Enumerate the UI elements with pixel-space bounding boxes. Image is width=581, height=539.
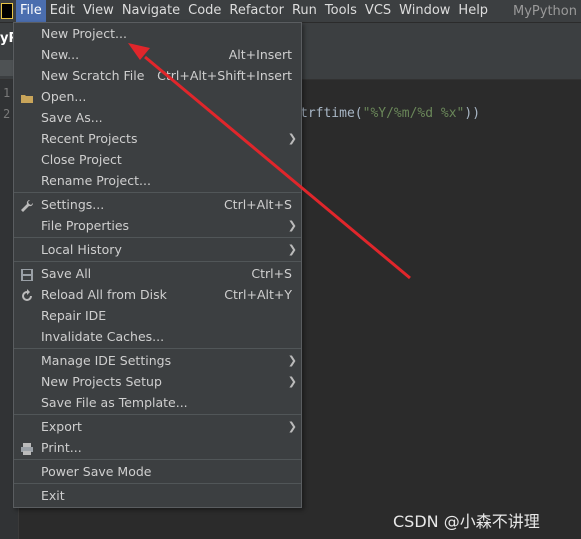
menu-item-label: New Projects Setup: [41, 374, 162, 389]
menu-item-label: Save All: [41, 266, 92, 281]
menu-item-shortcut: Alt+Insert: [228, 47, 292, 62]
printer-icon: [20, 441, 34, 455]
chevron-right-icon: ❯: [287, 243, 297, 256]
line-number: 1: [3, 86, 11, 100]
menu-item-label: Close Project: [41, 152, 122, 167]
code-text: )): [464, 106, 481, 121]
watermark: CSDN @小森不讲理: [393, 512, 540, 531]
code-string: "%Y/%m/%d %x": [362, 106, 465, 121]
app-icon: [1, 3, 13, 19]
line-number: 2: [3, 107, 11, 121]
menu-item-label: Exit: [41, 488, 65, 503]
menu-help[interactable]: Help: [454, 0, 492, 22]
menu-item-export[interactable]: Export ❯: [14, 416, 301, 437]
menu-run[interactable]: Run: [288, 0, 321, 22]
menu-separator: [14, 483, 301, 484]
menu-item-label: Manage IDE Settings: [41, 353, 172, 368]
menu-item-save-all[interactable]: Save All Ctrl+S: [14, 263, 301, 284]
menu-item-shortcut: Ctrl+S: [251, 266, 292, 281]
menu-file[interactable]: File: [16, 0, 46, 22]
file-tab[interactable]: [0, 60, 14, 76]
menu-separator: [14, 348, 301, 349]
menu-refactor[interactable]: Refactor: [225, 0, 288, 22]
menu-edit[interactable]: Edit: [46, 0, 79, 22]
menu-item-manage-ide-settings[interactable]: Manage IDE Settings ❯: [14, 350, 301, 371]
menu-item-save-file-as-template[interactable]: Save File as Template...: [14, 392, 301, 413]
code-line[interactable]: trftime("%Y/%m/%d %x")): [300, 106, 480, 121]
file-menu-dropdown: New Project... New... Alt+Insert New Scratc…: [13, 22, 302, 508]
menu-navigate[interactable]: Navigate: [118, 0, 184, 22]
menu-item-label: Repair IDE: [41, 308, 107, 323]
wrench-icon: [20, 198, 34, 212]
menu-item-local-history[interactable]: Local History ❯: [14, 239, 301, 260]
menu-item-label: Save As...: [41, 110, 103, 125]
menu-code[interactable]: Code: [184, 0, 225, 22]
menu-item-print[interactable]: Print...: [14, 437, 301, 458]
menu-item-file-properties[interactable]: File Properties ❯: [14, 215, 301, 236]
menu-item-shortcut: Ctrl+Alt+Y: [224, 287, 292, 302]
menu-item-new[interactable]: New... Alt+Insert: [14, 44, 301, 65]
menu-item-label: Power Save Mode: [41, 464, 152, 479]
chevron-right-icon: ❯: [287, 420, 297, 433]
chevron-right-icon: ❯: [287, 375, 297, 388]
menu-tools[interactable]: Tools: [321, 0, 361, 22]
menu-item-rename-project[interactable]: Rename Project...: [14, 170, 301, 191]
menu-item-close-project[interactable]: Close Project: [14, 149, 301, 170]
menu-separator: [14, 237, 301, 238]
menu-item-new-scratch-file[interactable]: New Scratch File Ctrl+Alt+Shift+Insert: [14, 65, 301, 86]
menu-separator: [14, 414, 301, 415]
save-icon: [20, 267, 34, 281]
chevron-right-icon: ❯: [287, 219, 297, 232]
folder-icon: [20, 90, 34, 104]
code-text: trftime(: [300, 106, 363, 121]
menu-item-label: Rename Project...: [41, 173, 151, 188]
menu-separator: [14, 192, 301, 193]
menu-item-new-projects-setup[interactable]: New Projects Setup ❯: [14, 371, 301, 392]
menu-separator: [14, 261, 301, 262]
menu-item-label: New Scratch File: [41, 68, 145, 83]
menu-item-exit[interactable]: Exit: [14, 485, 301, 506]
menu-item-save-as[interactable]: Save As...: [14, 107, 301, 128]
menu-item-settings[interactable]: Settings... Ctrl+Alt+S: [14, 194, 301, 215]
menu-vcs[interactable]: VCS: [361, 0, 395, 22]
menu-view[interactable]: View: [79, 0, 118, 22]
menu-item-label: Invalidate Caches...: [41, 329, 165, 344]
menu-item-label: File Properties: [41, 218, 130, 233]
menu-item-label: Recent Projects: [41, 131, 138, 146]
menu-item-invalidate-caches[interactable]: Invalidate Caches...: [14, 326, 301, 347]
menu-item-repair-ide[interactable]: Repair IDE: [14, 305, 301, 326]
menu-item-label: New Project...: [41, 26, 127, 41]
menu-item-shortcut: Ctrl+Alt+S: [223, 197, 292, 212]
menu-item-label: Settings...: [41, 197, 105, 212]
menu-window[interactable]: Window: [395, 0, 454, 22]
window-title: MyPython: [513, 3, 577, 19]
menu-item-label: Export: [41, 419, 82, 434]
chevron-right-icon: ❯: [287, 354, 297, 367]
menu-item-recent-projects[interactable]: Recent Projects ❯: [14, 128, 301, 149]
menu-item-power-save-mode[interactable]: Power Save Mode: [14, 461, 301, 482]
menu-item-label: New...: [41, 47, 80, 62]
menu-item-label: Local History: [41, 242, 122, 257]
menu-bar: File Edit View Navigate Code Refactor Ru…: [0, 0, 581, 22]
menu-item-label: Open...: [41, 89, 87, 104]
menu-item-new-project[interactable]: New Project...: [14, 23, 301, 44]
chevron-right-icon: ❯: [287, 132, 297, 145]
menu-item-open[interactable]: Open...: [14, 86, 301, 107]
menu-separator: [14, 459, 301, 460]
menu-item-label: Print...: [41, 440, 82, 455]
menu-item-reload-all-from-disk[interactable]: Reload All from Disk Ctrl+Alt+Y: [14, 284, 301, 305]
reload-icon: [20, 288, 34, 302]
menu-item-label: Reload All from Disk: [41, 287, 167, 302]
menu-item-shortcut: Ctrl+Alt+Shift+Insert: [157, 68, 292, 83]
menu-item-label: Save File as Template...: [41, 395, 188, 410]
